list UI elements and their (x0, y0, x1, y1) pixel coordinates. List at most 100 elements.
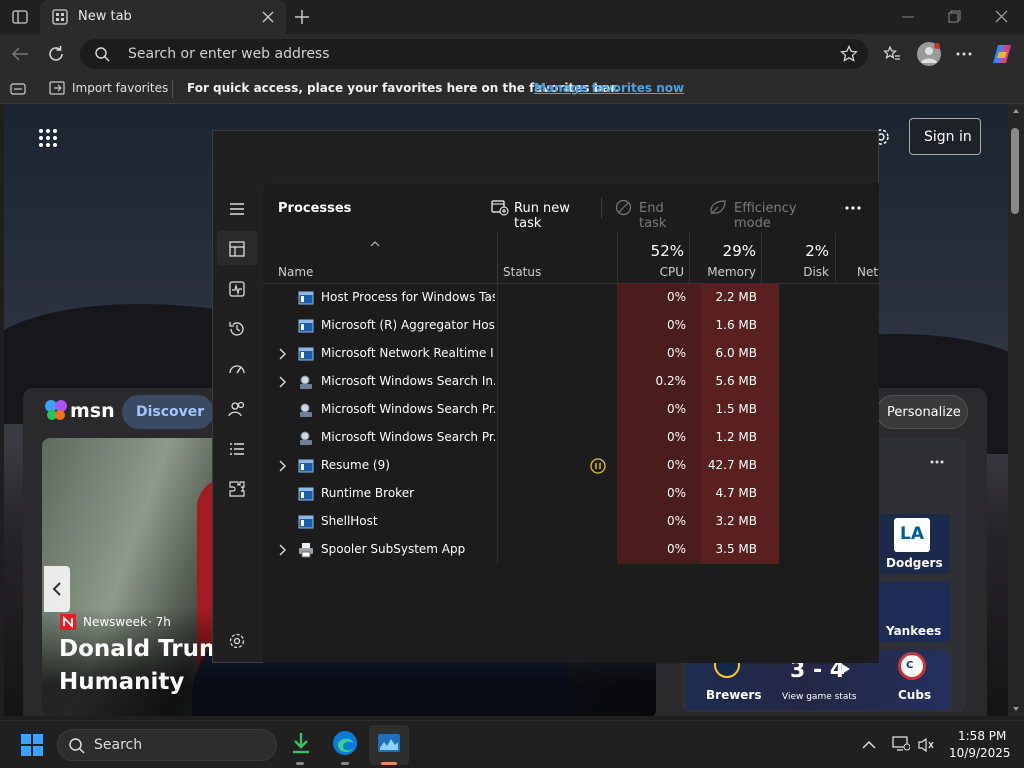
memory-cell: 2.2 MB (701, 284, 779, 312)
app-history-icon[interactable] (227, 319, 247, 339)
hamburger-menu-icon[interactable] (227, 199, 247, 219)
import-favorites-link[interactable]: Import favorites (72, 81, 168, 95)
clock-date[interactable]: 10/9/2025 (949, 746, 1011, 760)
more-options-icon[interactable] (956, 52, 972, 56)
efficiency-mode-button[interactable]: Efficiency mode (707, 195, 827, 231)
network-icon[interactable] (892, 736, 910, 752)
expand-chevron-icon[interactable] (278, 460, 286, 472)
tab-new-tab[interactable]: New tab (40, 0, 286, 34)
end-task-icon (615, 199, 632, 216)
favorite-star-icon[interactable] (840, 45, 858, 63)
performance-icon[interactable] (227, 279, 247, 299)
edge-browser-icon[interactable] (332, 730, 358, 756)
memory-value: 1.2 MB (715, 430, 757, 444)
close-window-icon[interactable] (995, 10, 1008, 23)
column-label-memory: Memory (707, 265, 756, 279)
sign-in-button[interactable]: Sign in (909, 118, 981, 155)
address-bar[interactable]: Search or enter web address (80, 39, 868, 69)
efficiency-leaf-icon (709, 199, 727, 216)
table-row[interactable]: Runtime Broker 0% 4.7 MB (263, 480, 879, 508)
cubs-logo-icon: C (898, 652, 926, 680)
expand-chevron-icon[interactable] (278, 348, 286, 360)
table-row[interactable]: ShellHost 0% 3.2 MB (263, 508, 879, 536)
edge-running-indicator (341, 762, 349, 765)
copilot-icon[interactable] (990, 42, 1014, 66)
apps-grid-icon[interactable] (38, 128, 58, 148)
favorites-bar: Import favorites For quick access, place… (0, 74, 1024, 104)
startup-apps-icon[interactable] (227, 359, 247, 379)
sidebar-toggle-icon[interactable] (10, 82, 26, 96)
refresh-icon[interactable] (47, 45, 65, 63)
cpu-value: 0% (666, 514, 686, 528)
table-row[interactable]: Host Process for Windows Tasks 0% 2.2 MB (263, 284, 879, 312)
memory-value: 3.5 MB (715, 542, 757, 556)
widget-more-icon[interactable] (930, 460, 944, 464)
column-header-status[interactable]: Status (498, 233, 618, 283)
column-header-name[interactable]: Name (263, 233, 498, 283)
processes-panel: Processes Run new task End task Efficien… (263, 183, 879, 663)
restore-icon[interactable] (948, 10, 961, 23)
details-icon[interactable] (227, 439, 247, 459)
news-headline-line2[interactable]: Humanity (59, 669, 184, 695)
volume-muted-icon[interactable] (917, 737, 935, 753)
table-row[interactable]: Microsoft Windows Search Pr... 0% 1.2 MB (263, 424, 879, 452)
end-task-label: End task (639, 201, 667, 231)
table-row[interactable]: Spooler SubSystem App 0% 3.5 MB (263, 536, 879, 564)
table-row[interactable]: Microsoft Windows Search Pr... 0% 1.5 MB (263, 396, 879, 424)
back-arrow-icon[interactable] (11, 46, 29, 62)
yankees-tile[interactable]: Yankees (878, 582, 950, 642)
manage-favorites-link[interactable]: Manage favorites now (534, 81, 684, 95)
news-age: · 7h (148, 615, 171, 629)
processes-icon[interactable] (227, 239, 247, 259)
dodgers-logo-icon: LA (894, 518, 930, 552)
column-header-memory[interactable]: 29% Memory (690, 233, 762, 283)
windows-logo-icon (21, 734, 43, 756)
carousel-prev-button[interactable] (44, 566, 70, 612)
settings-icon[interactable] (227, 631, 247, 651)
column-header-network[interactable]: Netw (836, 233, 879, 283)
msn-logo[interactable] (44, 398, 68, 422)
personalize-button[interactable]: Personalize (876, 395, 968, 429)
services-icon[interactable] (227, 479, 247, 499)
tab-actions-icon[interactable] (12, 9, 28, 25)
cpu-value: 0% (666, 402, 686, 416)
process-name: Microsoft Windows Search In... (321, 374, 495, 388)
more-commands-icon[interactable] (845, 206, 861, 210)
memory-value: 4.7 MB (715, 486, 757, 500)
search-indexer-icon (298, 374, 314, 390)
column-header-cpu[interactable]: 52% CPU (618, 233, 690, 283)
cpu-value: 0.2% (655, 374, 687, 388)
table-row[interactable]: Microsoft (R) Aggregator Host 0% 1.6 MB (263, 312, 879, 340)
expand-chevron-icon[interactable] (278, 376, 286, 388)
new-tab-plus-icon[interactable] (294, 9, 310, 25)
column-header-disk[interactable]: 2% Disk (762, 233, 836, 283)
table-row[interactable]: Microsoft Windows Search In... 0.2% 5.6 MB (263, 368, 879, 396)
view-game-stats-link[interactable]: View game stats (782, 692, 857, 702)
profile-avatar[interactable] (917, 42, 941, 66)
divider (172, 80, 173, 98)
memory-cell: 4.7 MB (701, 480, 779, 508)
favorites-icon[interactable] (883, 45, 901, 63)
taskbar-search[interactable]: Search (57, 729, 277, 761)
cpu-total-percent: 52% (650, 242, 684, 260)
run-new-task-button[interactable]: Run new task (489, 195, 593, 231)
show-hidden-icons-chevron-icon[interactable] (862, 740, 876, 749)
page-scrollbar-thumb[interactable] (1011, 128, 1019, 214)
users-icon[interactable] (227, 399, 247, 419)
column-label-cpu: CPU (659, 265, 684, 279)
minimize-icon[interactable] (902, 16, 914, 18)
close-tab-icon[interactable] (262, 11, 274, 23)
column-label-disk: Disk (803, 265, 829, 279)
task-manager-app-icon[interactable] (377, 733, 401, 755)
start-button[interactable] (20, 733, 44, 757)
expand-chevron-icon[interactable] (278, 544, 286, 556)
clock-time[interactable]: 1:58 PM (958, 729, 1006, 743)
table-row[interactable]: Microsoft Network Realtime I... 0% 6.0 MB (263, 340, 879, 368)
downloads-app-icon[interactable] (290, 731, 312, 759)
table-row[interactable]: Resume (9) 0% 42.7 MB (263, 452, 879, 480)
discover-button[interactable]: Discover (122, 395, 214, 429)
end-task-button[interactable]: End task (613, 195, 693, 231)
sort-chevron-icon (370, 241, 380, 247)
window-app-icon (298, 346, 314, 362)
dodgers-tile[interactable]: LA Dodgers (878, 514, 950, 574)
